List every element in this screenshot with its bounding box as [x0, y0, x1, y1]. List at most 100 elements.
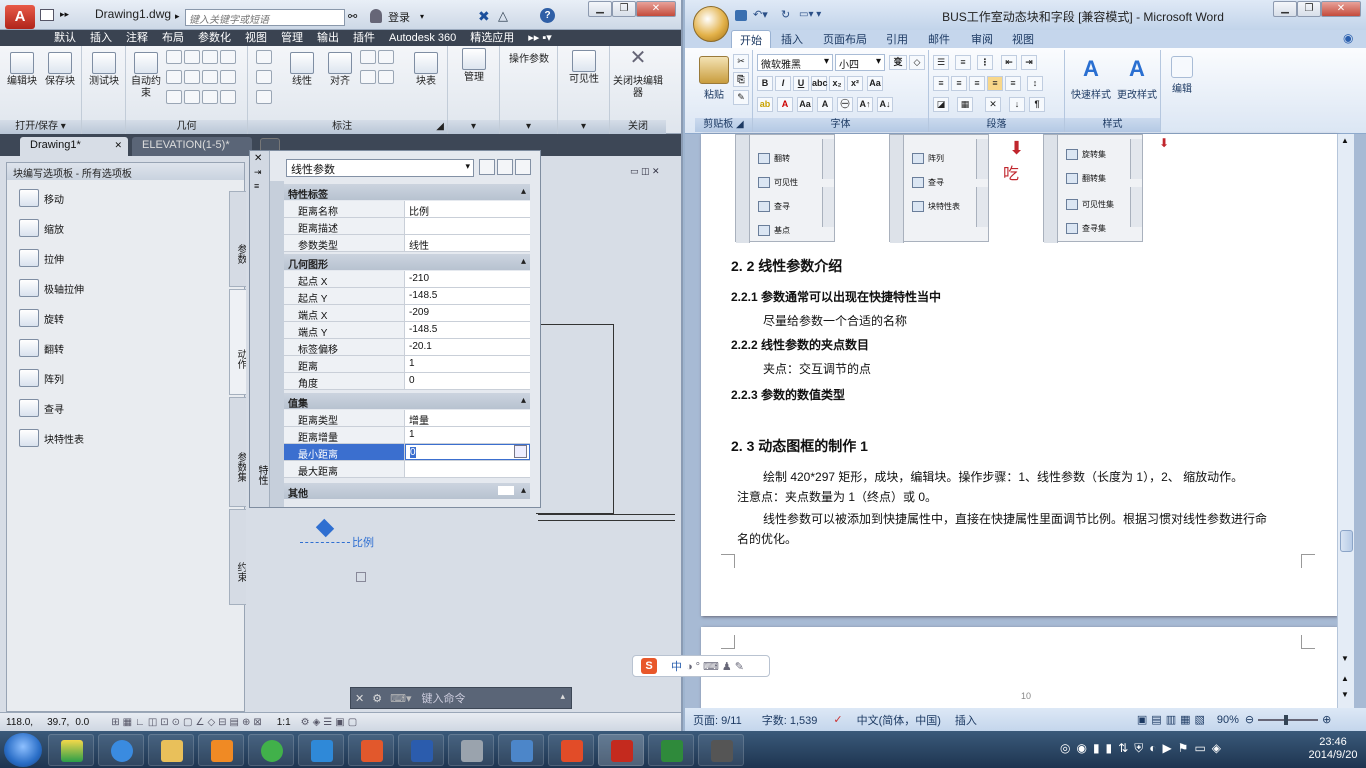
quick-access-icon[interactable]	[40, 9, 54, 21]
props-close-icon[interactable]: ✕	[254, 153, 262, 164]
ribbon-tab-parametric[interactable]: 参数化	[198, 30, 231, 46]
paste-button[interactable]: 粘贴	[699, 56, 729, 101]
taskbar-app-bus[interactable]	[548, 734, 594, 766]
cut-icon[interactable]: ✂	[733, 54, 749, 69]
prop-row[interactable]: 起点 X -210	[284, 271, 530, 288]
line-spacing-icon[interactable]: ↕	[1027, 76, 1043, 91]
prop-row[interactable]: 距离名称 比例	[284, 201, 530, 218]
dialog-launcher-icon[interactable]: ◢	[436, 120, 444, 134]
zoom-in-icon[interactable]: ⊕	[1322, 713, 1331, 726]
taskbar-app-360[interactable]	[48, 734, 94, 766]
word-tab-insert[interactable]: 插入	[781, 31, 803, 47]
prop-value[interactable]: 0	[405, 373, 530, 389]
palette-item-rotate[interactable]: 旋转	[19, 307, 64, 329]
word-help-icon[interactable]: ◉	[1343, 31, 1353, 45]
edit-button[interactable]: 编辑	[1167, 56, 1197, 95]
language-indicator[interactable]: 中文(简体，中国)	[857, 712, 941, 728]
constraint-vertical-icon[interactable]	[220, 70, 236, 84]
zoom-level[interactable]: 90%	[1217, 714, 1239, 726]
collapse-icon[interactable]: ▴	[521, 186, 526, 197]
word-minimize-button[interactable]: ▁	[1273, 1, 1297, 17]
constraint-fix-icon[interactable]	[220, 50, 236, 64]
ribbon-tab-default[interactable]: 默认	[54, 30, 76, 46]
page-indicator[interactable]: 页面: 9/11	[693, 712, 742, 728]
word-count[interactable]: 字数: 1,539	[762, 712, 818, 728]
select-objects-icon[interactable]	[497, 159, 513, 175]
clear-format-icon[interactable]: ◇	[909, 55, 925, 70]
ribbon-tab-featured-apps[interactable]: 精选应用	[470, 30, 514, 46]
collapse-icon[interactable]: ▴	[521, 485, 526, 496]
palette-item-move[interactable]: 移动	[19, 187, 64, 209]
numbering-icon[interactable]: ≡	[955, 55, 971, 70]
prop-value[interactable]: -210	[405, 271, 530, 287]
cad-maximize-button[interactable]: ❐	[612, 1, 636, 17]
chinese-layout-icon[interactable]: ✕	[985, 97, 1001, 112]
action-params-button[interactable]: 操作参数	[504, 54, 554, 66]
palette-item-lookup[interactable]: 查寻	[19, 397, 64, 419]
calculator-icon[interactable]	[514, 445, 527, 458]
ime-toolbar[interactable]: S 中 ◑°⌨♟✎	[632, 655, 770, 677]
font-color-icon[interactable]: A	[777, 97, 793, 112]
visibility-button[interactable]: 可见性	[562, 50, 606, 86]
font-name-select[interactable]: 微软雅黑 ▾	[757, 54, 833, 71]
prop-value[interactable]: -20.1	[405, 339, 530, 355]
prop-value[interactable]: 线性	[405, 235, 530, 252]
ribbon-tab-plugins[interactable]: 插件	[353, 30, 375, 46]
object-type-selector[interactable]: 线性参数 ▾	[286, 159, 474, 177]
borders-icon[interactable]: ▦	[957, 97, 973, 112]
collapse-icon[interactable]: ▴	[521, 256, 526, 267]
ribbon-tab-output[interactable]: 输出	[317, 30, 339, 46]
prop-value[interactable]: -148.5	[405, 288, 530, 304]
palette-item-scale[interactable]: 缩放	[19, 217, 64, 239]
close-block-editor-button[interactable]: ✕ 关闭块编辑器	[612, 48, 664, 100]
autodesk-360-icon[interactable]: △	[498, 8, 512, 23]
auto-constrain-button[interactable]: 自动约束	[128, 52, 164, 100]
prop-row[interactable]: 角度 0	[284, 373, 530, 390]
phonetic-guide-icon[interactable]: Aa	[867, 76, 883, 91]
bold-icon[interactable]: B	[757, 76, 773, 91]
show-constraints-icon[interactable]	[256, 50, 272, 64]
ime-mode[interactable]: 中	[671, 658, 682, 674]
sort-icon[interactable]: ↓	[1009, 97, 1025, 112]
distribute-icon[interactable]: ≡	[1005, 76, 1021, 91]
angular-dim-icon[interactable]	[360, 50, 376, 64]
prop-row[interactable]: 端点 X -209	[284, 305, 530, 322]
align-center-icon[interactable]: ≡	[951, 76, 967, 91]
ribbon-tab-annotate[interactable]: 注释	[126, 30, 148, 46]
change-case-icon[interactable]: 变	[889, 55, 907, 70]
constraint-perpendicular-icon[interactable]	[184, 70, 200, 84]
proofing-icon[interactable]: ✓	[833, 713, 842, 726]
exchange-icon[interactable]: ✖	[478, 8, 492, 24]
search-expand-icon[interactable]: ▸	[175, 11, 180, 22]
block-table-button[interactable]: 块表	[408, 52, 444, 88]
word-tab-home[interactable]: 开始	[731, 30, 771, 49]
insert-mode[interactable]: 插入	[955, 712, 977, 728]
taskbar-app-explorer[interactable]	[148, 734, 194, 766]
constraint-smooth-icon[interactable]	[184, 90, 200, 104]
prop-value[interactable]	[405, 461, 530, 477]
decrease-indent-icon[interactable]: ⇤	[1001, 55, 1017, 70]
zoom-slider[interactable]	[1258, 714, 1319, 725]
view-mode-icons[interactable]: ▣▤▥▦▧	[1137, 713, 1209, 726]
prop-value[interactable]	[405, 218, 530, 234]
increase-indent-icon[interactable]: ⇥	[1021, 55, 1037, 70]
save-icon[interactable]	[735, 10, 747, 21]
copy-icon[interactable]: ⎘	[733, 72, 749, 87]
document-page[interactable]: 翻转 可见性 查寻 基点 阵列 查寻 块特性表 ⬇ 吃 旋转集 翻转集 可见性集…	[701, 134, 1337, 616]
command-settings-icon[interactable]: ⚙	[372, 692, 382, 705]
workspace-toggle-icons[interactable]: ⚙◈☰▣▢	[301, 717, 361, 728]
align-right-icon[interactable]: ≡	[969, 76, 985, 91]
ime-tool-icons[interactable]: ◑°⌨♟✎	[686, 660, 747, 673]
scroll-thumb[interactable]	[1340, 530, 1353, 552]
viewport-controls[interactable]: ▭ ◫ ✕	[630, 166, 660, 177]
char-shading-icon[interactable]: A	[817, 97, 833, 112]
doc-tab-drawing1[interactable]: Drawing1* ✕	[20, 137, 128, 156]
word-tab-review[interactable]: 审阅	[971, 31, 993, 47]
scroll-up-icon[interactable]: ▲	[1341, 136, 1349, 145]
tray-icons[interactable]: ◎◉▮▮⇅⛨◐▶⚑▭◈	[1060, 741, 1227, 756]
toggle-pickadd-icon[interactable]	[479, 159, 495, 175]
word-tab-view[interactable]: 视图	[1012, 31, 1034, 47]
format-painter-icon[interactable]: ✎	[733, 90, 749, 105]
word-close-button[interactable]: ✕	[1321, 1, 1361, 17]
zoom-out-icon[interactable]: ⊖	[1245, 713, 1254, 726]
